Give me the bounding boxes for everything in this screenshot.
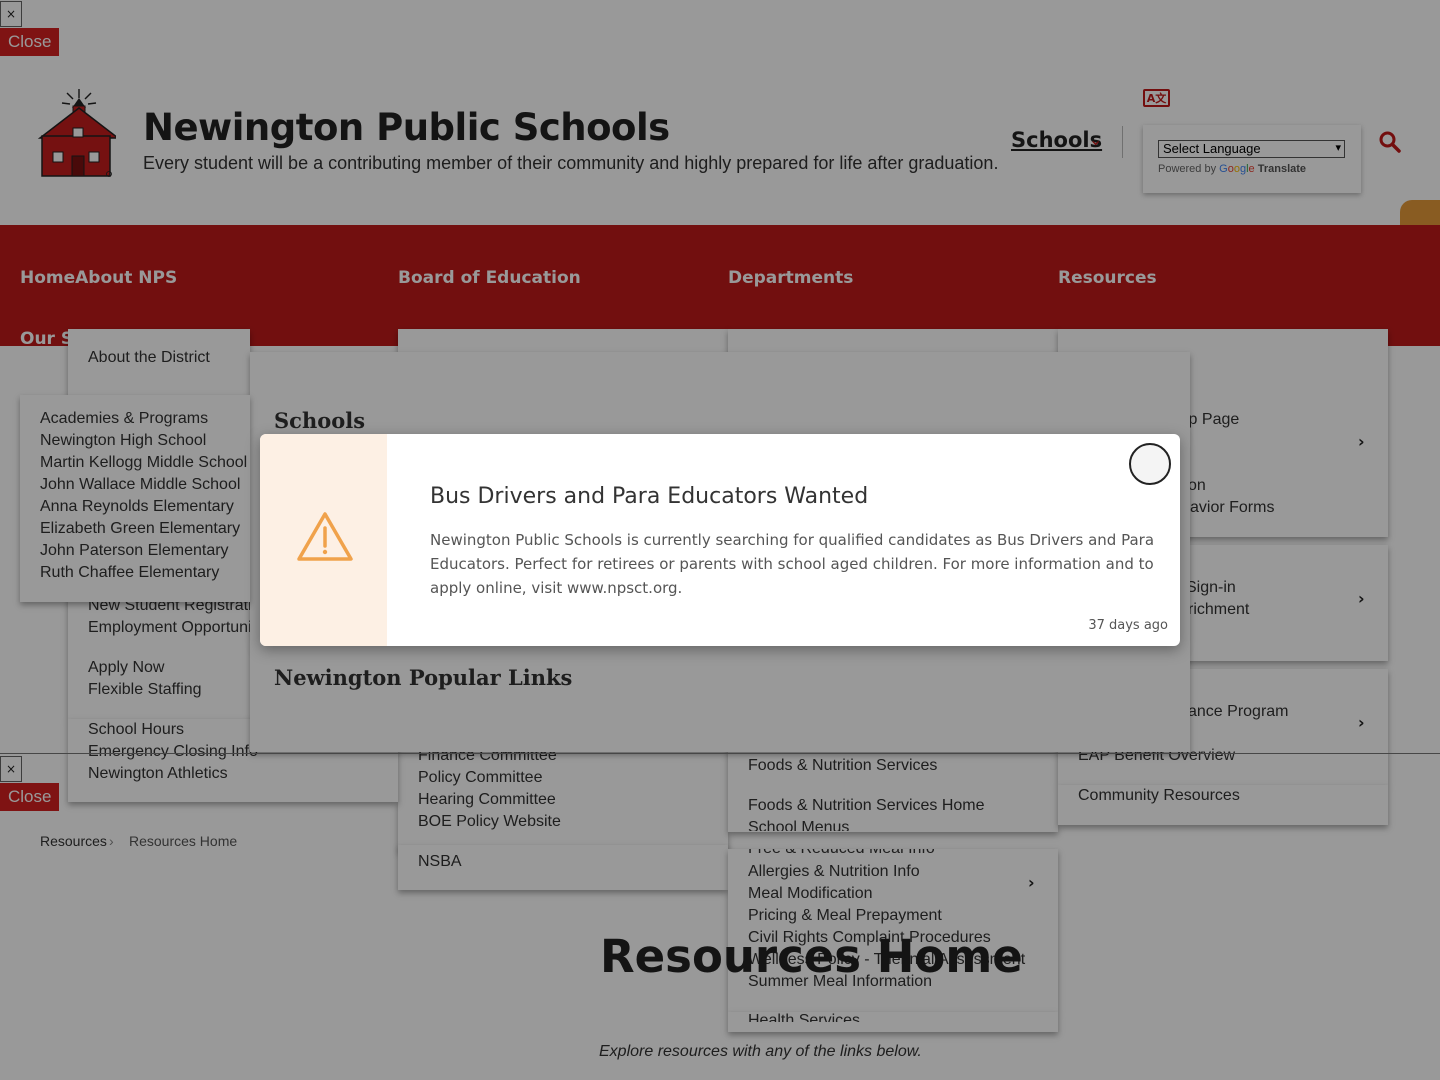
alert-title: Bus Drivers and Para Educators Wanted	[430, 484, 869, 509]
alert-modal: Bus Drivers and Para Educators Wanted Ne…	[260, 434, 1180, 646]
alert-icon-panel	[260, 434, 387, 646]
alert-body: Newington Public Schools is currently se…	[430, 531, 1155, 597]
warning-icon	[295, 510, 355, 569]
modal-close-button[interactable]	[1129, 443, 1171, 485]
alert-timestamp: 37 days ago	[1088, 618, 1168, 633]
